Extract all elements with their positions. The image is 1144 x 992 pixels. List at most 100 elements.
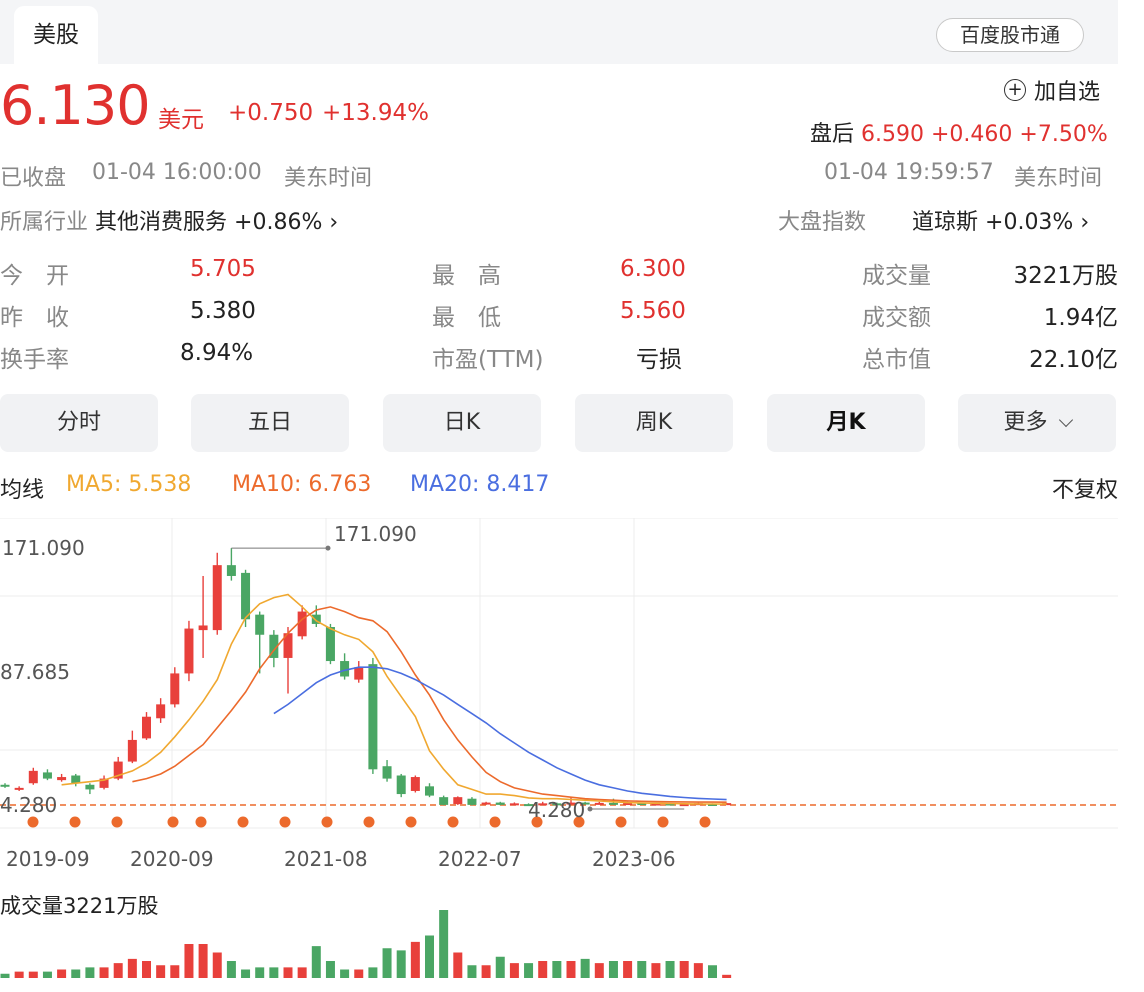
ma20-line — [273, 666, 727, 801]
x-tick-2022-07: 2022-07 — [438, 847, 522, 871]
volume-bar — [693, 963, 703, 978]
event-marker[interactable] — [405, 816, 417, 828]
stat-mcap-label: 总市值 — [862, 347, 931, 373]
volume-bar — [382, 948, 392, 978]
event-marker[interactable] — [167, 816, 179, 828]
candle-body — [325, 627, 335, 662]
volume-bar — [184, 944, 194, 978]
volume-bar — [453, 952, 463, 978]
y-tick-min: 4.280 — [0, 793, 57, 817]
event-marker[interactable] — [69, 816, 81, 828]
x-tick-2019-09: 2019-09 — [6, 847, 90, 871]
stat-mcap: 22.10亿 — [1029, 347, 1118, 373]
after-hours-time: 01-04 19:59:57 — [824, 160, 994, 185]
stat-prev: 5.380 — [190, 298, 256, 324]
candle-body — [495, 802, 505, 805]
current-price: 6.130 — [0, 74, 151, 137]
volume-bar — [665, 961, 675, 978]
volume-bar — [311, 946, 321, 978]
index-link[interactable]: 道琼斯 +0.03% › — [912, 204, 1089, 236]
min-price-dot — [587, 806, 593, 812]
candle-body — [255, 614, 265, 635]
tab-daily-k[interactable]: 日K — [383, 394, 541, 452]
event-marker[interactable] — [699, 816, 711, 828]
volume-bar — [241, 969, 251, 978]
candlestick-chart[interactable]: 171.090 87.685 4.280 2019-09 2020-09 202… — [0, 518, 1120, 878]
event-marker[interactable] — [363, 816, 375, 828]
candle-body — [127, 739, 137, 762]
volume-bar — [0, 973, 10, 978]
industry-link[interactable]: 所属行业 其他消费服务 +0.86% › — [0, 204, 338, 236]
event-marker[interactable] — [195, 816, 207, 828]
event-marker[interactable] — [615, 816, 627, 828]
volume-bar — [481, 965, 491, 978]
tab-more-label: 更多 — [1003, 410, 1048, 435]
ma10-line — [132, 606, 727, 803]
chevron-right-icon: › — [329, 210, 339, 235]
x-tick-2021-08: 2021-08 — [284, 847, 368, 871]
candle-body — [212, 565, 222, 631]
volume-bar — [651, 963, 661, 978]
volume-bar — [297, 967, 307, 978]
event-marker[interactable] — [27, 816, 39, 828]
volume-bar — [156, 965, 166, 978]
volume-bar — [354, 969, 364, 978]
adjust-toggle[interactable]: 不复权 — [1052, 472, 1118, 504]
volume-bar — [14, 971, 24, 978]
volume-bar — [524, 963, 534, 978]
volume-chart — [0, 910, 732, 978]
volume-bar — [467, 965, 477, 978]
industry-label: 所属行业 — [0, 210, 89, 235]
tab-us-stocks[interactable]: 美股 — [14, 6, 98, 64]
max-price-dot — [325, 545, 331, 551]
event-marker[interactable] — [279, 816, 291, 828]
index-change: +0.03% — [985, 210, 1074, 235]
tab-monthly-k[interactable]: 月K — [767, 394, 925, 452]
stat-high-label: 最 高 — [432, 263, 501, 289]
tab-intraday[interactable]: 分时 — [0, 394, 158, 452]
candle-body — [297, 611, 307, 637]
industry-name: 其他消费服务 — [95, 210, 228, 235]
event-marker[interactable] — [321, 816, 333, 828]
close-time: 01-04 16:00:00 — [92, 160, 262, 185]
stat-low: 5.560 — [620, 298, 686, 324]
volume-bar — [410, 941, 420, 978]
tab-five-day[interactable]: 五日 — [191, 394, 349, 452]
after-hours-quote: 6.590 +0.460 +7.50% — [861, 122, 1108, 147]
candle-body — [85, 784, 95, 790]
stat-open-label: 今 开 — [0, 263, 69, 289]
event-marker[interactable] — [237, 816, 249, 828]
event-marker[interactable] — [111, 816, 123, 828]
tab-weekly-k[interactable]: 周K — [575, 394, 733, 452]
candle-body — [184, 628, 194, 674]
index-label: 大盘指数 — [778, 210, 867, 235]
ma5-value: MA5: 5.538 — [66, 472, 192, 497]
stat-volume: 3221万股 — [1013, 263, 1118, 289]
event-marker[interactable] — [489, 816, 501, 828]
event-marker[interactable] — [657, 816, 669, 828]
event-marker[interactable] — [447, 816, 459, 828]
candle-body — [425, 786, 434, 796]
volume-bar — [580, 958, 590, 978]
baidu-stock-button[interactable]: 百度股市通 — [936, 18, 1084, 52]
candle-body — [410, 777, 420, 791]
candle-body — [354, 667, 364, 680]
stat-volume-label: 成交量 — [862, 263, 931, 289]
index-name: 道琼斯 — [912, 210, 979, 235]
after-hours: 盘后 6.590 +0.460 +7.50% — [810, 116, 1108, 148]
candle-body — [198, 625, 208, 631]
chevron-right-icon: › — [1080, 210, 1090, 235]
candle-body — [439, 797, 449, 805]
candle-body — [241, 572, 251, 620]
candle-body — [0, 784, 10, 787]
volume-bar — [552, 961, 562, 978]
candle-body — [509, 803, 519, 806]
x-tick-2023-06: 2023-06 — [592, 847, 676, 871]
candle-body — [382, 766, 392, 779]
add-watchlist-button[interactable]: + 加自选 — [1004, 74, 1100, 106]
tab-more[interactable]: 更多 — [958, 394, 1116, 452]
volume-bar — [608, 961, 618, 978]
stat-turnover: 8.94% — [180, 340, 254, 366]
candle-body — [28, 770, 38, 784]
volume-bar — [637, 961, 647, 978]
